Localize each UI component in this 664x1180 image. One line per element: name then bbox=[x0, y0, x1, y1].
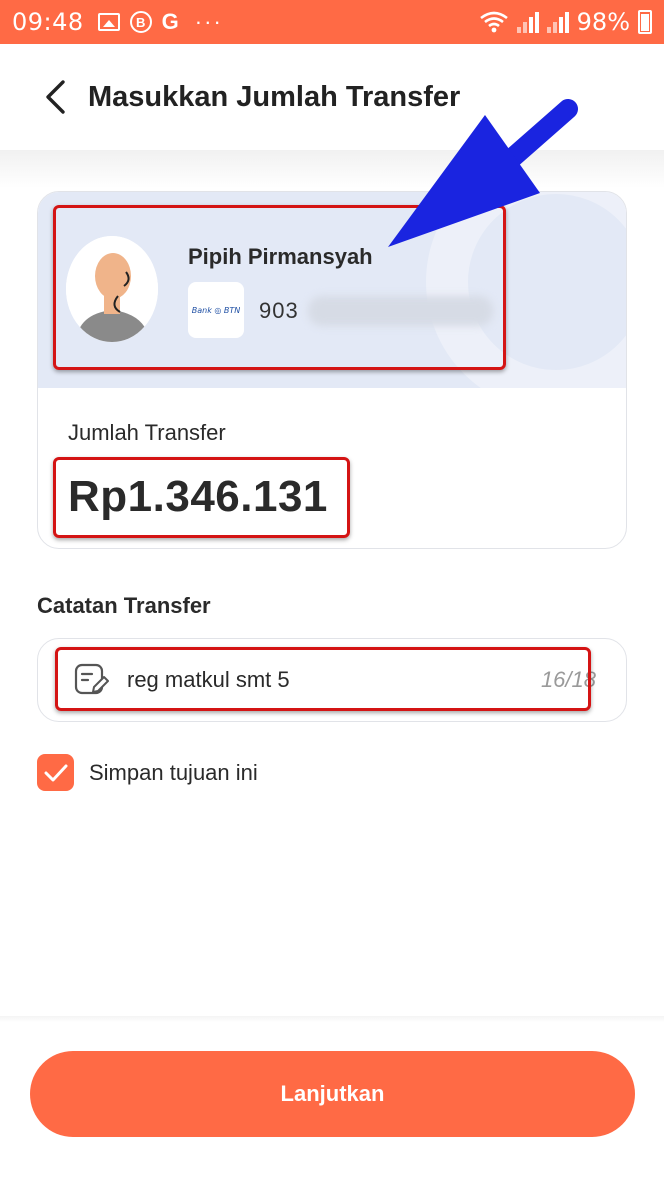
note-edit-icon bbox=[74, 663, 109, 695]
bank-logo-text: Bank ◎ BTN bbox=[191, 305, 241, 315]
wifi-icon bbox=[479, 11, 508, 33]
status-bar: 09:48 B G ··· 98% bbox=[0, 0, 664, 44]
note-field[interactable]: reg matkul smt 5 16/18 bbox=[37, 638, 627, 722]
card-decoration bbox=[426, 192, 626, 388]
bottom-divider bbox=[0, 1016, 664, 1022]
chevron-left-icon bbox=[46, 80, 65, 114]
back-button[interactable] bbox=[26, 67, 86, 127]
save-destination-toggle[interactable]: Simpan tujuan ini bbox=[37, 754, 258, 791]
note-label: Catatan Transfer bbox=[37, 593, 211, 618]
header-divider bbox=[0, 150, 664, 188]
signal-icon bbox=[516, 11, 539, 33]
image-icon bbox=[97, 13, 120, 31]
page-title: Masukkan Jumlah Transfer bbox=[88, 80, 461, 113]
transfer-card: Pipih Pirmansyah Bank ◎ BTN 903 Jumlah T… bbox=[37, 191, 627, 549]
save-destination-checkbox[interactable] bbox=[37, 754, 74, 791]
user-avatar-icon bbox=[66, 236, 158, 342]
more-dots-icon: ··· bbox=[194, 9, 223, 34]
note-input[interactable]: reg matkul smt 5 bbox=[127, 667, 290, 693]
recipient-name: Pipih Pirmansyah bbox=[188, 244, 373, 269]
account-number-redacted bbox=[308, 296, 493, 326]
g-icon: G bbox=[161, 9, 179, 34]
status-time: 09:48 bbox=[12, 8, 84, 36]
check-icon bbox=[44, 764, 67, 781]
battery-percent: 98% bbox=[576, 8, 630, 36]
battery-icon bbox=[638, 10, 652, 34]
recipient-section: Pipih Pirmansyah Bank ◎ BTN 903 bbox=[38, 192, 626, 388]
bank-logo: Bank ◎ BTN bbox=[188, 282, 244, 338]
status-notification-icons: B G ··· bbox=[97, 9, 223, 35]
continue-button[interactable]: Lanjutkan bbox=[30, 1051, 635, 1137]
app-header: Masukkan Jumlah Transfer bbox=[0, 44, 664, 150]
avatar bbox=[66, 236, 158, 342]
account-number: 903 bbox=[259, 298, 299, 323]
save-destination-label: Simpan tujuan ini bbox=[89, 759, 258, 785]
status-system-icons: 98% bbox=[479, 8, 652, 36]
signal-icon-2 bbox=[546, 11, 569, 33]
amount-input[interactable]: Rp1.346.131 bbox=[68, 472, 328, 522]
amount-label: Jumlah Transfer bbox=[68, 420, 226, 445]
b-circle-icon: B bbox=[129, 11, 152, 33]
note-char-counter: 16/18 bbox=[540, 667, 596, 692]
